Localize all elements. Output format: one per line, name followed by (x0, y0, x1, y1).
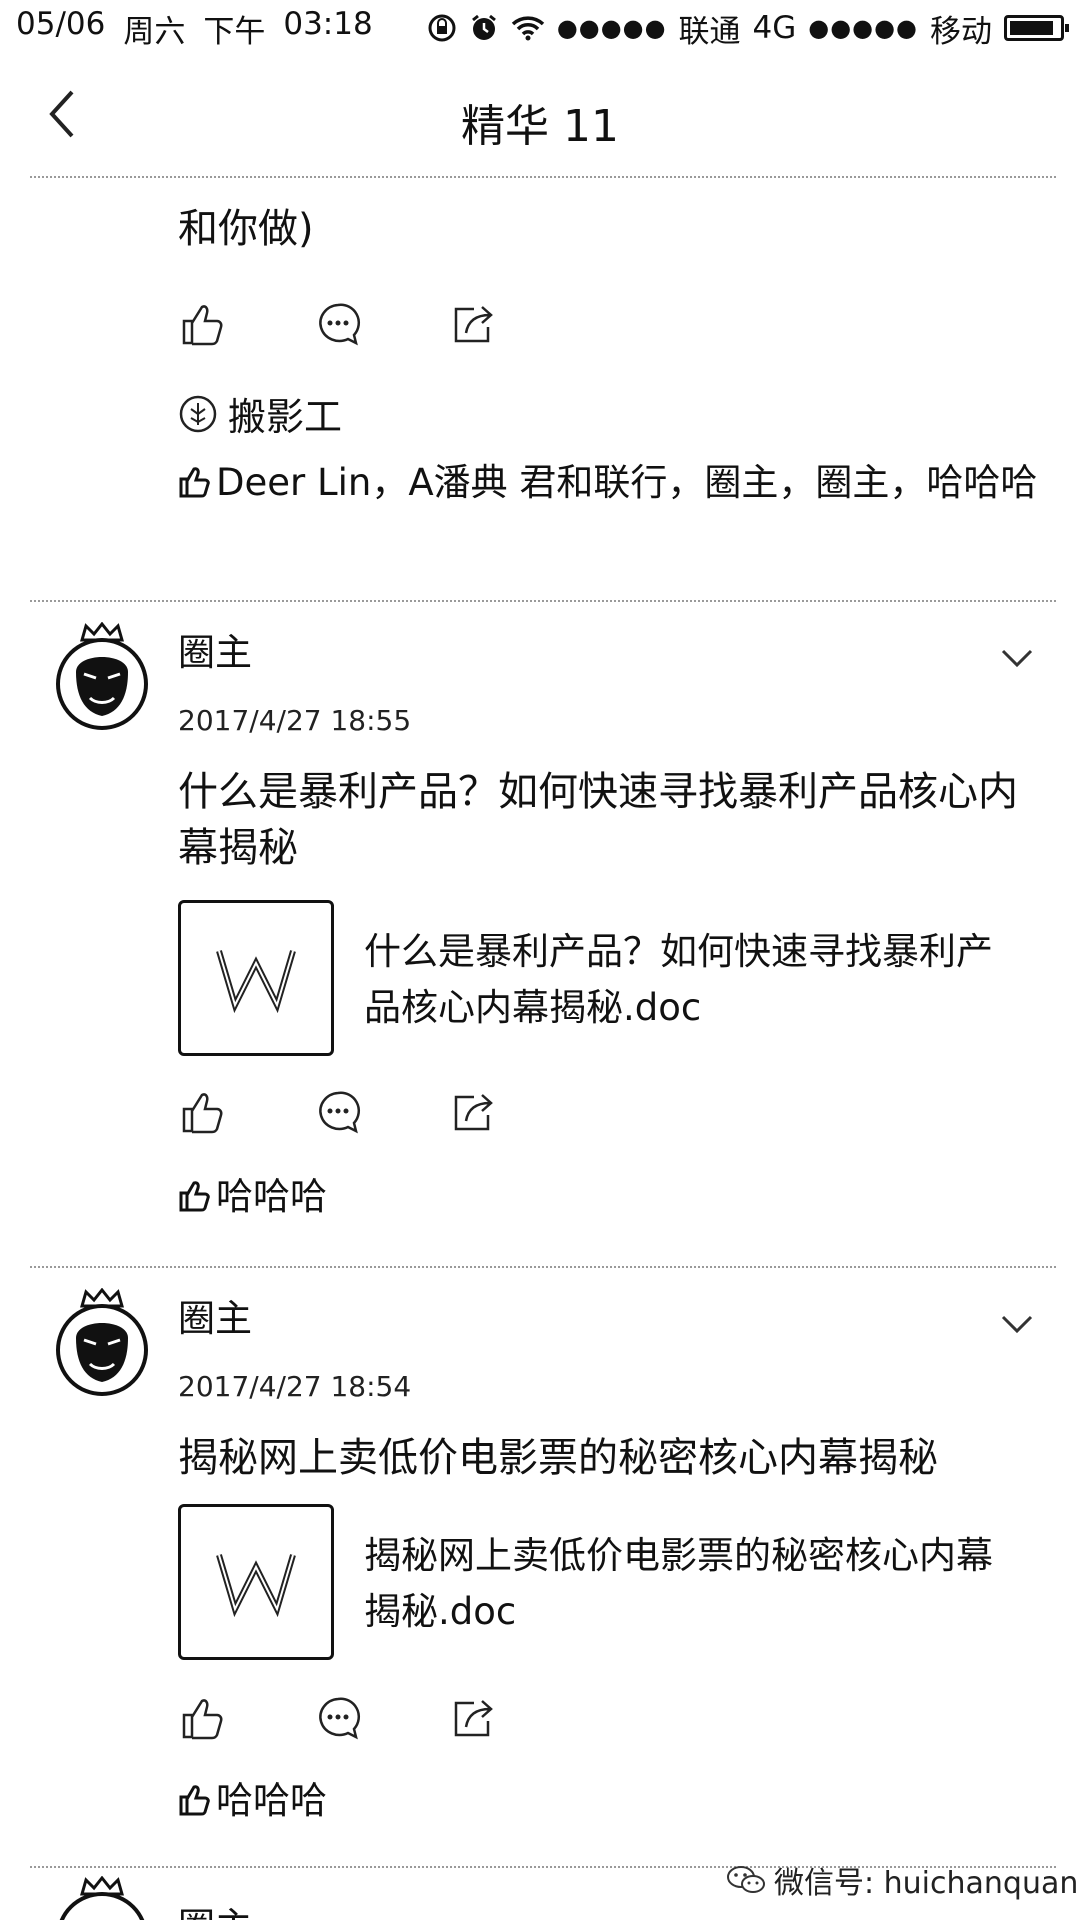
watermark-text: 微信号: huichanquan (774, 1866, 1079, 1901)
post-card: 圈主 2017/4/27 18:54 揭秘网上卖低价电影票的秘密核心内幕揭秘 揭… (0, 1278, 1080, 1858)
post-body: 揭秘网上卖低价电影票的秘密核心内幕揭秘 (178, 1435, 938, 1481)
like-icon (182, 305, 223, 346)
status-right: ●●●●● 联通 4G ●●●●● 移动 (427, 6, 1069, 51)
share-button[interactable] (450, 1690, 585, 1746)
signal-dots: ●●●●● (556, 14, 667, 42)
status-bar: 05/06 周六 下午 03:18 ●●●●● 联通 4G ●●●●● 移动 (0, 0, 1080, 56)
status-left: 05/06 周六 下午 03:18 (16, 6, 373, 51)
circle-tag-label: 搬影工 (228, 395, 343, 439)
share-button[interactable] (450, 1084, 585, 1140)
avatar[interactable] (54, 1287, 150, 1398)
likes-line: Deer Lin，A潘典 君和联行，圈主，圈主，哈哈哈 (178, 458, 1038, 512)
attachment[interactable]: 揭秘网上卖低价电影票的秘密核心内幕揭秘.doc (178, 1504, 998, 1664)
nav-divider (30, 176, 1056, 178)
attachment-name: 揭秘网上卖低价电影票的秘密核心内幕揭秘.doc (364, 1534, 993, 1633)
carrier-1: 联通 (678, 13, 741, 50)
screen: 05/06 周六 下午 03:18 ●●●●● 联通 4G ●●●●● 移动 精… (0, 0, 1080, 1920)
alarm-icon (469, 13, 499, 43)
status-ampm: 下午 (203, 13, 266, 50)
battery-icon (1004, 15, 1069, 41)
like-icon (182, 1093, 223, 1134)
likes-names: Deer Lin，A潘典 君和联行，圈主，圈主，哈哈哈 (216, 461, 1038, 504)
watermark: 微信号: huichanquan (726, 1858, 1078, 1902)
post-actions (180, 1084, 585, 1140)
previous-post-actions (180, 296, 585, 352)
comment-icon (319, 303, 361, 346)
status-date: 05/06 (16, 5, 106, 42)
wechat-icon (727, 1866, 765, 1893)
like-button[interactable] (180, 1690, 315, 1746)
comment-button[interactable] (315, 1084, 450, 1140)
share-button[interactable] (450, 296, 585, 352)
nav-bar: 精华 11 (0, 56, 1080, 176)
status-time: 03:18 (283, 5, 373, 42)
comment-icon (319, 1697, 361, 1740)
signal-dots-2: ●●●●● (808, 14, 918, 42)
mask-avatar-icon (59, 1876, 145, 1920)
post-menu-button[interactable] (1000, 646, 1034, 670)
likes-line: 哈哈哈 (178, 1776, 1038, 1830)
avatar[interactable] (54, 621, 150, 732)
post-card: 圈主 2017/4/27 18:55 什么是暴利产品？如何快速寻找暴利产品核心内… (0, 612, 1080, 1252)
circle-tag[interactable]: 搬影工 (178, 386, 342, 441)
word-doc-icon (178, 900, 334, 1056)
previous-post-text: 和你做) (178, 206, 314, 252)
word-doc-icon (178, 1504, 334, 1660)
share-icon (454, 1700, 493, 1737)
chevron-down-icon (1001, 649, 1033, 668)
post-divider (30, 600, 1056, 602)
post-menu-button[interactable] (1000, 1312, 1034, 1336)
chevron-down-icon (1001, 1315, 1033, 1334)
post-body: 什么是暴利产品？如何快速寻找暴利产品核心内幕揭秘 (178, 769, 1018, 871)
like-small-icon (178, 1176, 212, 1226)
share-icon (454, 1094, 493, 1131)
likes-names: 哈哈哈 (216, 1175, 327, 1218)
avatar[interactable] (54, 1876, 150, 1920)
author-name[interactable]: 圈主 (178, 622, 252, 676)
author-name[interactable]: 圈主 (178, 1288, 252, 1342)
comment-button[interactable] (315, 296, 450, 352)
likes-line: 哈哈哈 (178, 1172, 1038, 1226)
like-icon (182, 1699, 223, 1740)
like-button[interactable] (180, 1084, 315, 1140)
like-button[interactable] (180, 296, 315, 352)
comment-button[interactable] (315, 1690, 450, 1746)
post-actions (180, 1690, 585, 1746)
network-type: 4G (752, 10, 797, 46)
status-weekday: 周六 (123, 13, 186, 50)
likes-names: 哈哈哈 (216, 1779, 327, 1822)
lock-rotation-icon (427, 13, 457, 43)
post-divider (30, 1266, 1056, 1268)
comment-icon (319, 1091, 361, 1134)
post-time: 2017/4/27 18:54 (178, 1370, 412, 1403)
mask-avatar-icon (56, 621, 148, 730)
author-name[interactable]: 圈主 (178, 1896, 252, 1920)
like-small-icon (178, 462, 212, 512)
carrier-2: 移动 (930, 13, 992, 50)
circle-tag-icon (179, 395, 217, 432)
attachment-name: 什么是暴利产品？如何快速寻找暴利产品核心内幕揭秘.doc (364, 930, 993, 1029)
wifi-icon (511, 14, 545, 42)
attachment[interactable]: 什么是暴利产品？如何快速寻找暴利产品核心内幕揭秘.doc (178, 900, 998, 1060)
like-small-icon (178, 1780, 212, 1830)
share-icon (454, 306, 493, 343)
mask-avatar-icon (56, 1287, 148, 1396)
page-title: 精华 11 (461, 101, 619, 152)
post-time: 2017/4/27 18:55 (178, 704, 412, 737)
